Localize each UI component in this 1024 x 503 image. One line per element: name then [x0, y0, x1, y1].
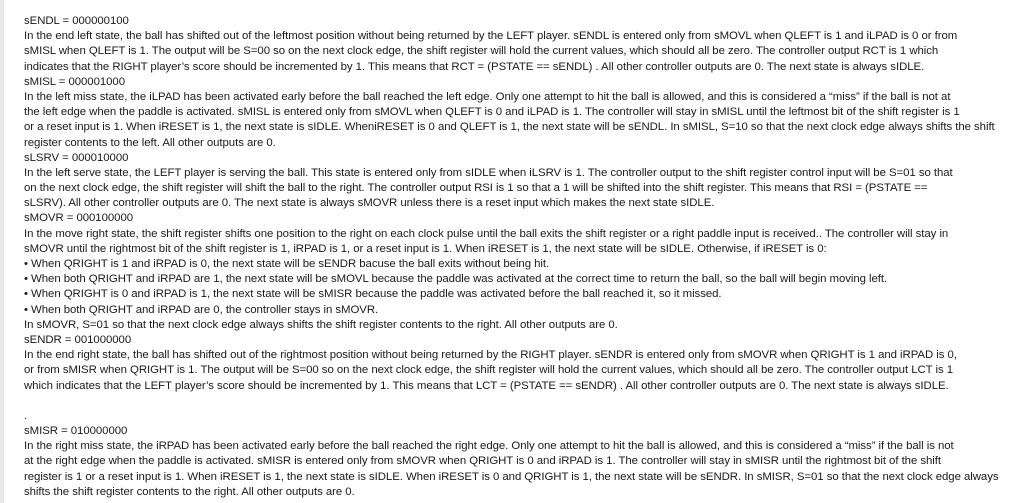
bullet-item: • When both QRIGHT and iRPAD are 0, the … — [24, 303, 379, 316]
paragraph-line: or a reset input is 1. When iRESET is 1,… — [24, 121, 995, 134]
stray-period: . — [24, 409, 28, 422]
state-section-smovr: sMOVR = 000100000 In the move right stat… — [24, 211, 1014, 333]
paragraph-line: on the next clock edge, the shift regist… — [24, 182, 928, 195]
state-heading: sMISR = 010000000 — [24, 425, 128, 438]
paragraph-line: In sMOVR, S=01 so that the next clock ed… — [24, 318, 618, 331]
paragraph-line: or from sMISR when QRIGHT is 1. The outp… — [24, 364, 954, 377]
paragraph-line: sMISL when QLEFT is 1. The output will b… — [24, 45, 939, 58]
paragraph-line: In the right miss state, the iRPAD has b… — [24, 440, 954, 453]
state-heading: sLSRV = 000010000 — [24, 151, 129, 164]
bullet-item: • When both QRIGHT and iRPAD are 1, the … — [24, 273, 888, 286]
paragraph-line: which indicates that the LEFT player’s s… — [24, 379, 949, 392]
bullet-item: • When QRIGHT is 1 and iRPAD is 0, the n… — [24, 258, 550, 270]
state-section-slsrv: sLSRV = 000010000 In the left serve stat… — [24, 151, 1014, 212]
paragraph-line: sLSRV). All other controller outputs are… — [24, 197, 715, 210]
bullet-item: • When QRIGHT is 0 and iRPAD is 1, the n… — [24, 288, 722, 301]
state-section-smisl: sMISL = 000001000 In the left miss state… — [24, 75, 1014, 151]
state-section-sendl: sENDL = 000000100 In the end left state,… — [24, 14, 1014, 75]
paragraph-line: the left edge when the paddle is activat… — [24, 106, 960, 119]
paragraph-line: register is 1 or a reset input is 1. Whe… — [24, 470, 999, 483]
paragraph-line: indicates that the RIGHT player’s score … — [24, 60, 925, 73]
paragraph-line: register contents to the left. All other… — [24, 136, 276, 149]
paragraph-line: In the end left state, the ball has shif… — [24, 30, 958, 43]
state-heading: sENDR = 001000000 — [24, 333, 132, 346]
paragraph-line: In the left miss state, the iLPAD has be… — [24, 90, 951, 103]
state-section-sendr: sENDR = 001000000 In the end right state… — [24, 333, 1014, 424]
paragraph-line: shifts the shift register contents to th… — [24, 485, 355, 498]
paragraph-line: In the end right state, the ball has shi… — [24, 349, 957, 362]
state-heading: sMOVR = 000100000 — [24, 212, 134, 225]
paragraph-line: at the right edge when the paddle is act… — [24, 455, 942, 468]
paragraph-line: sMOVR until the rightmost bit of the shi… — [24, 242, 827, 255]
paragraph-line: In the left serve state, the LEFT player… — [24, 166, 953, 179]
state-section-smisr: sMISR = 010000000 In the right miss stat… — [24, 424, 1014, 500]
state-heading: sENDL = 000000100 — [24, 15, 129, 27]
state-heading: sMISL = 000001000 — [24, 75, 126, 88]
left-margin-gutter — [0, 0, 4, 503]
paragraph-line: In the move right state, the shift regis… — [24, 227, 949, 240]
document-page: sENDL = 000000100 In the end left state,… — [24, 14, 1014, 500]
